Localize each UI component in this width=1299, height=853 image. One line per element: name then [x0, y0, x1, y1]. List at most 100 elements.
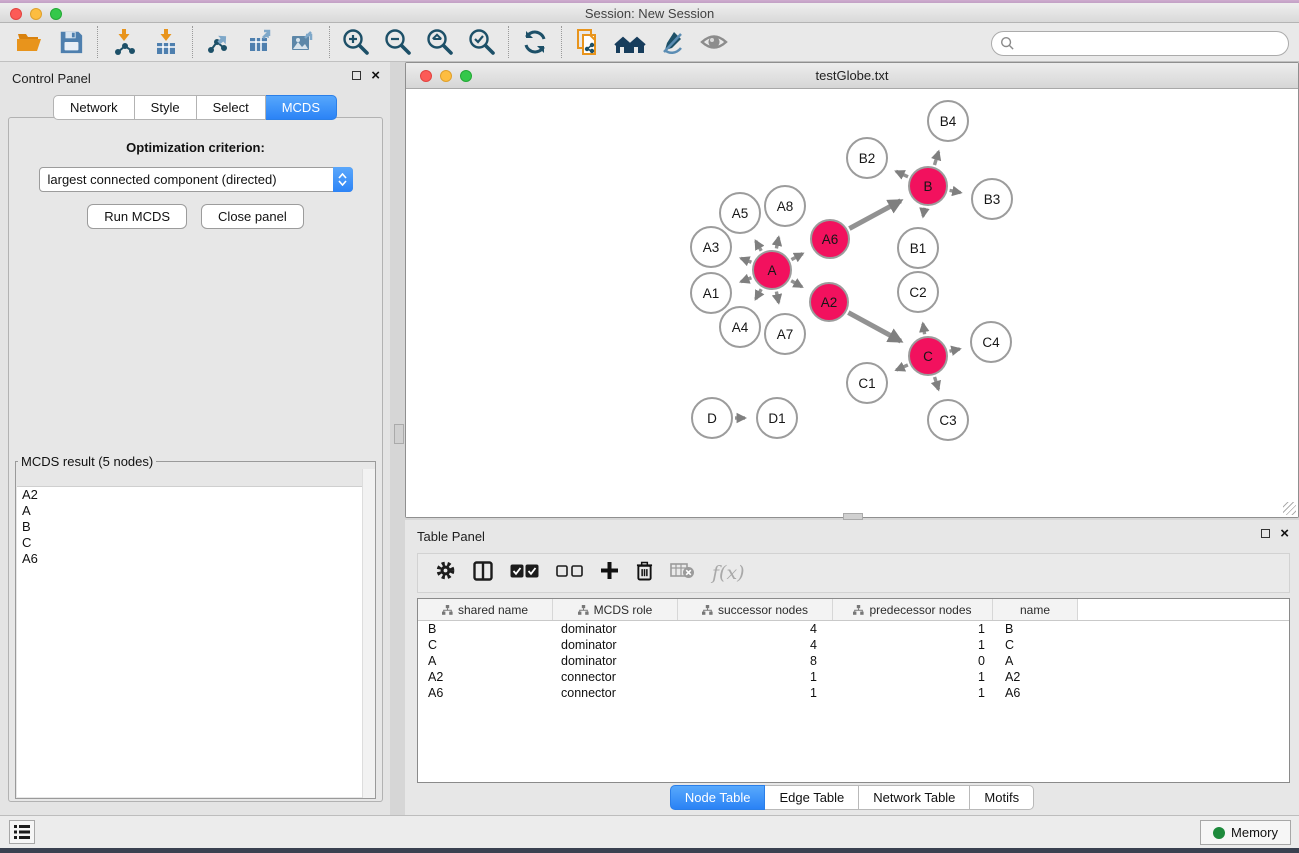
memory-button[interactable]: Memory — [1200, 820, 1291, 845]
network-window-titlebar[interactable]: testGlobe.txt — [406, 63, 1298, 89]
float-panel-icon[interactable] — [352, 71, 361, 80]
graph-node-A3[interactable]: A3 — [690, 226, 732, 268]
export-table-icon[interactable] — [240, 25, 282, 59]
column-header-name[interactable]: name — [993, 599, 1078, 620]
apply-layout-icon[interactable] — [514, 25, 556, 59]
edge-C-C2[interactable] — [923, 324, 925, 335]
float-table-panel-icon[interactable] — [1261, 529, 1270, 538]
criterion-dropdown[interactable]: largest connected component (directed) — [39, 167, 353, 192]
edge-C-C3[interactable] — [935, 377, 939, 389]
close-panel-button[interactable]: Close panel — [201, 204, 304, 229]
graph-node-B4[interactable]: B4 — [927, 100, 969, 142]
graph-node-C2[interactable]: C2 — [897, 271, 939, 313]
graph-node-A2[interactable]: A2 — [809, 282, 849, 322]
table-cell[interactable]: 0 — [833, 654, 993, 668]
graph-node-A8[interactable]: A8 — [764, 185, 806, 227]
select-all-checkboxes-icon[interactable] — [510, 564, 539, 583]
result-item[interactable]: C — [17, 535, 374, 551]
zoom-selected-icon[interactable] — [461, 25, 503, 59]
close-panel-icon[interactable]: × — [371, 70, 380, 81]
tab-select[interactable]: Select — [197, 95, 266, 120]
table-row[interactable]: A6connector11A6 — [418, 685, 1289, 701]
tab-edge-table[interactable]: Edge Table — [765, 785, 859, 810]
table-cell[interactable]: C — [418, 638, 553, 652]
window-titlebar[interactable]: Session: New Session — [0, 3, 1299, 23]
edge-A-A4[interactable] — [756, 289, 762, 299]
vertical-splitter-grip[interactable] — [394, 424, 404, 444]
function-builder-icon[interactable]: f(x) — [712, 562, 745, 584]
graph-node-A7[interactable]: A7 — [764, 313, 806, 355]
export-image-icon[interactable] — [282, 25, 324, 59]
table-cell[interactable]: 4 — [678, 622, 833, 636]
graph-node-C[interactable]: C — [908, 336, 948, 376]
table-cell[interactable]: dominator — [553, 622, 678, 636]
graph-node-B[interactable]: B — [908, 166, 948, 206]
table-cell[interactable]: 1 — [833, 670, 993, 684]
edge-B-B1[interactable] — [923, 208, 924, 217]
table-cell[interactable]: dominator — [553, 654, 678, 668]
table-cell[interactable]: connector — [553, 686, 678, 700]
table-settings-gear-icon[interactable] — [435, 560, 456, 586]
edge-B-B4[interactable] — [934, 152, 938, 165]
deselect-all-checkboxes-icon[interactable] — [556, 564, 583, 582]
table-cell[interactable]: 1 — [833, 622, 993, 636]
table-cell[interactable]: A2 — [993, 670, 1078, 684]
table-cell[interactable]: C — [993, 638, 1078, 652]
edge-A-A3[interactable] — [741, 258, 751, 262]
graph-node-B2[interactable]: B2 — [846, 137, 888, 179]
task-history-button[interactable] — [9, 820, 35, 844]
graph-node-C4[interactable]: C4 — [970, 321, 1012, 363]
column-view-icon[interactable] — [473, 561, 493, 586]
result-item[interactable]: A6 — [17, 551, 374, 567]
graph-node-C3[interactable]: C3 — [927, 399, 969, 441]
table-cell[interactable]: 4 — [678, 638, 833, 652]
table-cell[interactable]: 1 — [833, 686, 993, 700]
result-item[interactable]: A2 — [17, 487, 374, 503]
import-table-icon[interactable] — [145, 25, 187, 59]
table-cell[interactable]: B — [418, 622, 553, 636]
column-header-successor-nodes[interactable]: successor nodes — [678, 599, 833, 620]
add-column-icon[interactable] — [600, 561, 619, 585]
hide-annotations-icon[interactable] — [651, 25, 693, 59]
table-row[interactable]: Bdominator41B — [418, 621, 1289, 637]
edge-A-A6[interactable] — [791, 254, 802, 260]
tab-network[interactable]: Network — [53, 95, 135, 120]
search-field[interactable] — [991, 31, 1289, 56]
new-session-from-network-icon[interactable] — [567, 25, 609, 59]
edge-A-A8[interactable] — [776, 237, 778, 248]
show-graphics-details-icon[interactable] — [693, 25, 735, 59]
horizontal-splitter-grip[interactable] — [843, 513, 863, 520]
delete-table-icon[interactable] — [670, 562, 695, 584]
mcds-result-list[interactable]: A2ABCA6 — [17, 486, 374, 797]
save-session-icon[interactable] — [50, 25, 92, 59]
graph-node-A[interactable]: A — [752, 250, 792, 290]
table-row[interactable]: Adominator80A — [418, 653, 1289, 669]
resize-grip-icon[interactable] — [1283, 502, 1296, 515]
graph-node-D[interactable]: D — [691, 397, 733, 439]
table-cell[interactable]: 1 — [678, 686, 833, 700]
graph-node-B3[interactable]: B3 — [971, 178, 1013, 220]
tab-network-table[interactable]: Network Table — [859, 785, 970, 810]
open-file-icon[interactable] — [8, 25, 50, 59]
edge-A6-B[interactable] — [849, 201, 900, 229]
table-cell[interactable]: B — [993, 622, 1078, 636]
table-cell[interactable]: A — [418, 654, 553, 668]
network-canvas[interactable]: AA1A2A3A4A5A6A7A8BB1B2B3B4CC1C2C3C4DD1 — [406, 89, 1298, 517]
delete-column-icon[interactable] — [636, 561, 653, 586]
edge-C-C1[interactable] — [896, 365, 908, 370]
table-cell[interactable]: 1 — [833, 638, 993, 652]
tab-style[interactable]: Style — [135, 95, 197, 120]
table-cell[interactable]: 1 — [678, 670, 833, 684]
zoom-fit-icon[interactable] — [419, 25, 461, 59]
edge-A-A1[interactable] — [741, 278, 751, 282]
table-cell[interactable]: 8 — [678, 654, 833, 668]
edge-A-A7[interactable] — [776, 292, 778, 303]
edge-B-B3[interactable] — [950, 190, 961, 192]
edge-C-C4[interactable] — [949, 349, 959, 351]
result-scrollbar[interactable] — [362, 469, 375, 798]
tab-mcds[interactable]: MCDS — [266, 95, 337, 120]
graph-node-D1[interactable]: D1 — [756, 397, 798, 439]
table-cell[interactable]: A6 — [418, 686, 553, 700]
graph-node-B1[interactable]: B1 — [897, 227, 939, 269]
zoom-out-icon[interactable] — [377, 25, 419, 59]
